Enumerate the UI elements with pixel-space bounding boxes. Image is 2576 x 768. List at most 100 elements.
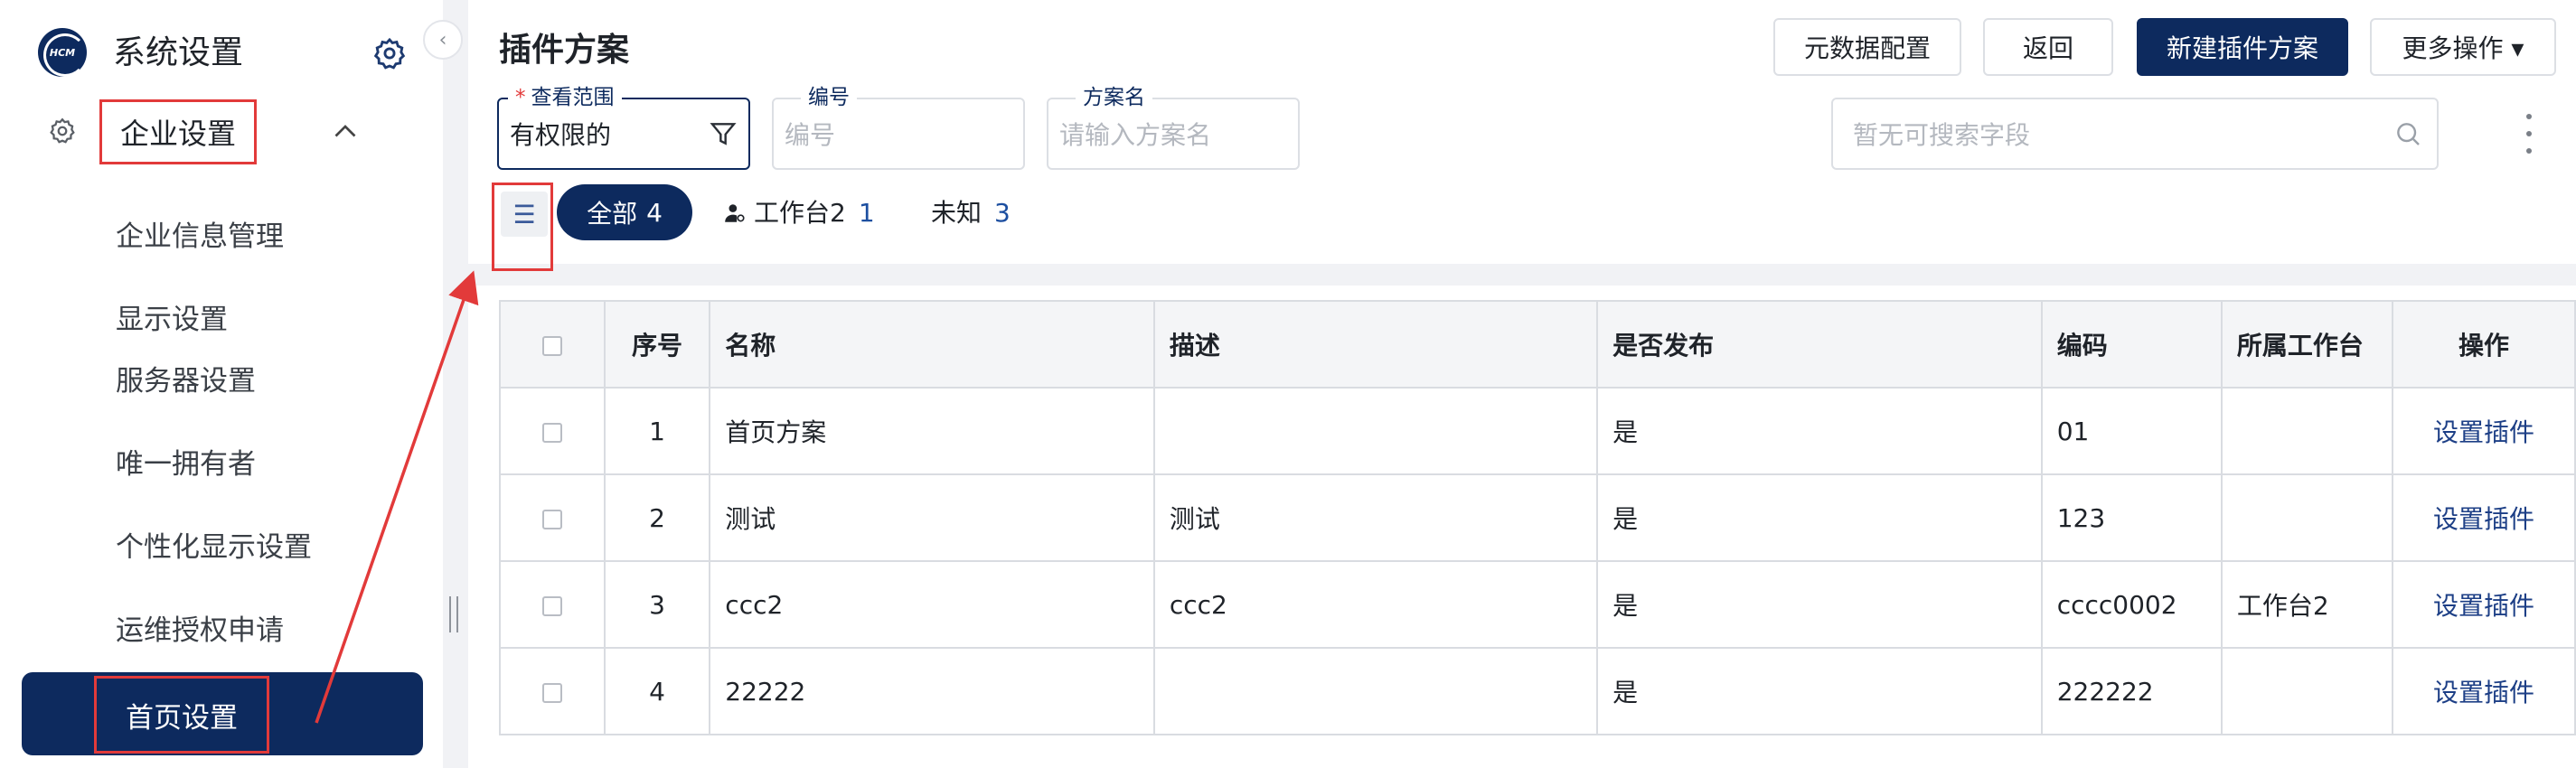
scope-select[interactable]: * 查看范围 有权限的 <box>497 86 750 170</box>
sidebar-item-ops-authorization[interactable]: 运维授权申请 <box>116 611 284 651</box>
cell-index: 1 <box>603 387 711 475</box>
logo: HCM <box>38 28 87 77</box>
plugin-plan-table: 序号 名称 描述 是否发布 编码 所属工作台 操作 1 首页方案 是 01 设置… <box>499 300 2576 735</box>
chevron-up-icon[interactable] <box>329 116 362 148</box>
configure-plugin-label[interactable]: 设置插件 <box>2433 678 2534 707</box>
sidebar-item-server[interactable]: 服务器设置 <box>116 361 256 401</box>
tab-workbench2[interactable]: 工作台2 1 <box>723 193 875 233</box>
required-mark: * <box>515 86 526 109</box>
gear-icon <box>50 117 75 144</box>
chevron-left-icon: ‹ <box>438 28 447 52</box>
cell-index: 3 <box>603 560 711 649</box>
table-row: 2 测试 测试 是 123 设置插件 <box>499 473 2576 562</box>
tab-all-label: 全部 <box>587 199 638 229</box>
cell-name: 测试 <box>709 473 1155 562</box>
cell-code: 123 <box>2040 473 2223 562</box>
sidebar-item-display[interactable]: 显示设置 <box>116 300 228 340</box>
more-options-icon[interactable] <box>2518 114 2540 154</box>
tab-all-count: 4 <box>646 197 663 228</box>
plan-name-field[interactable]: 方案名 请输入方案名 <box>1047 86 1300 170</box>
sidebar-item-personalized-display[interactable]: 个性化显示设置 <box>116 528 312 567</box>
settings-gear-icon[interactable] <box>372 36 407 70</box>
tab-workbench2-label: 工作台2 <box>754 198 846 228</box>
cell-published: 是 <box>1596 473 2043 562</box>
cell-workbench <box>2220 387 2394 475</box>
table-row: 1 首页方案 是 01 设置插件 <box>499 387 2576 475</box>
collapse-sidebar-button[interactable]: ‹ <box>423 20 463 60</box>
plan-name-placeholder: 请输入方案名 <box>1059 120 1212 150</box>
table-header-row: 序号 名称 描述 是否发布 编码 所属工作台 操作 <box>499 300 2576 389</box>
configure-plugin-label[interactable]: 设置插件 <box>2433 504 2534 534</box>
cell-workbench <box>2220 473 2394 562</box>
user-icon <box>725 204 745 222</box>
column-header-workbench[interactable]: 所属工作台 <box>2220 300 2394 389</box>
cell-index: 4 <box>603 647 711 735</box>
configure-plugin-label[interactable]: 设置插件 <box>2433 417 2534 447</box>
code-label: 编号 <box>801 86 857 109</box>
cell-code: 01 <box>2040 387 2223 475</box>
scope-label: * 查看范围 <box>508 86 622 109</box>
cell-workbench: 工作台2 <box>2220 560 2394 649</box>
table-row: 3 ccc2 ccc2 是 cccc0002 工作台2 设置插件 <box>499 560 2576 649</box>
sidebar-item-homepage[interactable]: 首页设置 <box>94 676 269 754</box>
plan-name-label: 方案名 <box>1076 86 1152 109</box>
scope-label-text: 查看范围 <box>531 86 615 109</box>
cell-index: 2 <box>603 473 711 562</box>
table-row: 4 22222 是 222222 设置插件 <box>499 647 2576 735</box>
cell-published: 是 <box>1596 387 2043 475</box>
column-header-code[interactable]: 编码 <box>2040 300 2223 389</box>
configure-plugin-link[interactable]: 设置插件 <box>2392 560 2576 649</box>
cell-published: 是 <box>1596 560 2043 649</box>
back-button[interactable]: 返回 <box>1983 18 2113 76</box>
cell-published: 是 <box>1596 647 2043 735</box>
logo-text: HCM <box>49 46 76 59</box>
configure-plugin-link[interactable]: 设置插件 <box>2392 647 2576 735</box>
row-checkbox[interactable] <box>499 473 606 562</box>
search-placeholder: 暂无可搜索字段 <box>1853 120 2031 150</box>
cell-name: 22222 <box>709 647 1155 735</box>
annotation-box-list-icon <box>492 183 553 271</box>
sidebar-title: 系统设置 <box>113 34 244 71</box>
cell-name: 首页方案 <box>709 387 1155 475</box>
row-checkbox[interactable] <box>499 560 606 649</box>
column-header-published[interactable]: 是否发布 <box>1596 300 2043 389</box>
configure-plugin-link[interactable]: 设置插件 <box>2392 473 2576 562</box>
code-field[interactable]: 编号 编号 <box>772 86 1025 170</box>
scope-value: 有权限的 <box>510 120 612 150</box>
cell-description: ccc2 <box>1152 560 1599 649</box>
code-placeholder: 编号 <box>785 120 836 150</box>
page-title: 插件方案 <box>499 32 630 69</box>
cell-workbench <box>2220 647 2394 735</box>
menu-group-enterprise-settings[interactable]: 企业设置 <box>99 99 257 164</box>
tab-all[interactable]: 全部 4 <box>557 184 692 240</box>
resize-handle[interactable] <box>449 596 458 632</box>
sidebar-item-sole-owner[interactable]: 唯一拥有者 <box>116 445 256 484</box>
new-plugin-plan-button[interactable]: 新建插件方案 <box>2137 18 2348 76</box>
row-checkbox[interactable] <box>499 387 606 475</box>
search-icon[interactable] <box>2393 119 2422 148</box>
cell-description <box>1152 387 1599 475</box>
sidebar: HCM 系统设置 企业设置 企业信息管理 显示设置 服务器设置 唯一拥有者 个性… <box>0 0 443 768</box>
cell-description <box>1152 647 1599 735</box>
metadata-config-button[interactable]: 元数据配置 <box>1773 18 1961 76</box>
cell-name: ccc2 <box>709 560 1155 649</box>
tab-unknown-count: 3 <box>994 198 1011 228</box>
column-header-actions: 操作 <box>2392 300 2576 389</box>
configure-plugin-link[interactable]: 设置插件 <box>2392 387 2576 475</box>
cell-code: 222222 <box>2040 647 2223 735</box>
more-actions-button[interactable]: 更多操作 ▾ <box>2370 18 2556 76</box>
configure-plugin-label[interactable]: 设置插件 <box>2433 591 2534 621</box>
cell-code: cccc0002 <box>2040 560 2223 649</box>
column-header-index[interactable]: 序号 <box>603 300 711 389</box>
column-header-description[interactable]: 描述 <box>1152 300 1599 389</box>
row-checkbox[interactable] <box>499 647 606 735</box>
tab-workbench2-count: 1 <box>858 198 875 228</box>
filter-icon[interactable] <box>709 119 738 148</box>
cell-description: 测试 <box>1152 473 1599 562</box>
sidebar-item-enterprise-info[interactable]: 企业信息管理 <box>116 217 284 257</box>
search-input[interactable]: 暂无可搜索字段 <box>1831 98 2439 170</box>
select-all-checkbox[interactable] <box>499 300 606 389</box>
column-header-name[interactable]: 名称 <box>709 300 1155 389</box>
tab-unknown[interactable]: 未知 3 <box>931 193 1011 233</box>
tab-unknown-label: 未知 <box>931 198 982 228</box>
